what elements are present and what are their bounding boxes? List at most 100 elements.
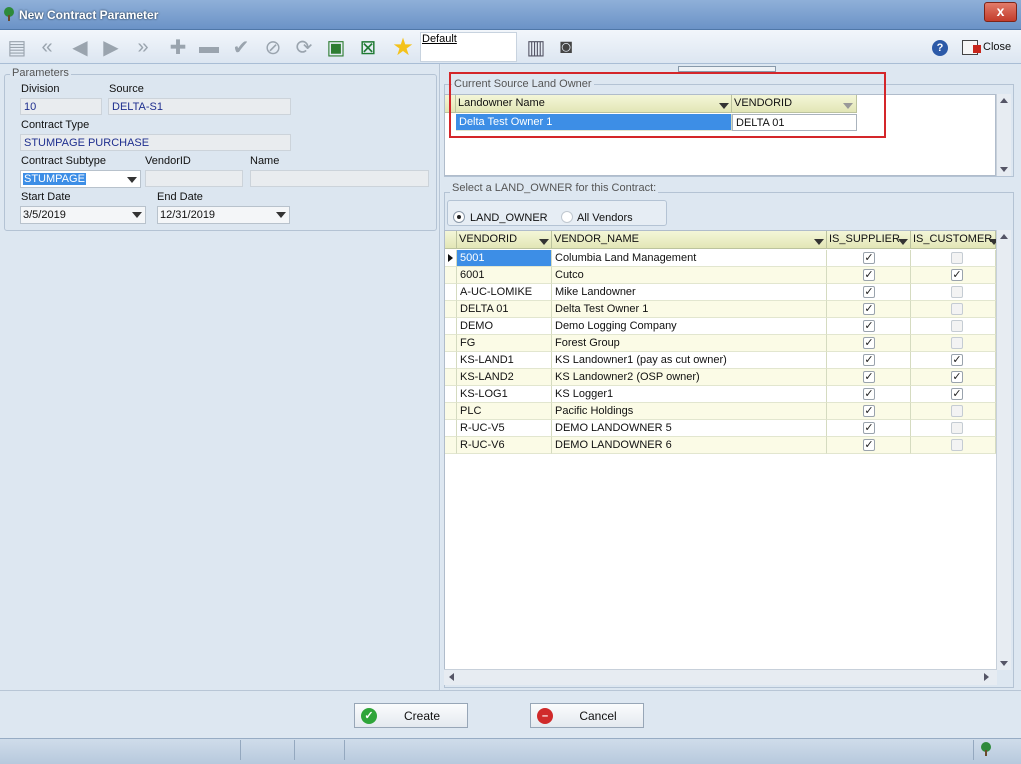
vendor-name-cell[interactable]: Cutco xyxy=(552,267,827,284)
all-vendors-radio[interactable] xyxy=(561,211,573,223)
vendor-name-cell[interactable]: Columbia Land Management xyxy=(552,250,827,267)
is-customer-checkbox[interactable] xyxy=(951,405,963,417)
vendorid-cell[interactable]: FG xyxy=(457,335,552,352)
start-date-picker[interactable]: 3/5/2019 xyxy=(20,206,146,224)
excel-icon[interactable]: ⊠ xyxy=(354,33,382,61)
chevron-down-icon[interactable] xyxy=(276,212,286,218)
vendor-grid-hscrollbar[interactable] xyxy=(444,669,997,685)
vendor-name-cell[interactable]: Forest Group xyxy=(552,335,827,352)
vendorid-cell[interactable]: PLC xyxy=(457,403,552,420)
contract-subtype-select[interactable]: STUMPAGE xyxy=(20,170,141,188)
vendor-name-cell[interactable]: Demo Logging Company xyxy=(552,318,827,335)
vendor-grid-vscrollbar[interactable] xyxy=(996,230,1011,670)
vendor-name-cell[interactable]: KS Logger1 xyxy=(552,386,827,403)
export-icon[interactable]: ▣ xyxy=(322,33,350,61)
camera-icon[interactable]: ◙ xyxy=(552,33,580,61)
is-supplier-checkbox[interactable]: ✓ xyxy=(863,320,875,332)
vendor-name-cell[interactable]: KS Landowner1 (pay as cut owner) xyxy=(552,352,827,369)
contract-type-field[interactable]: STUMPAGE PURCHASE xyxy=(20,134,291,151)
is-customer-checkbox[interactable] xyxy=(951,303,963,315)
vendorid-field[interactable] xyxy=(145,170,243,187)
vendorid-cell[interactable]: 5001 xyxy=(457,250,552,267)
is-customer-checkbox[interactable] xyxy=(951,439,963,451)
print-icon[interactable]: ▤ xyxy=(3,33,31,61)
vendorid-cell[interactable]: R-UC-V5 xyxy=(457,420,552,437)
close-button-label[interactable]: Close xyxy=(983,41,1011,53)
name-field[interactable] xyxy=(250,170,429,187)
layout-icon[interactable]: ▥ xyxy=(522,33,550,61)
vendor-name-cell[interactable]: DEMO LANDOWNER 6 xyxy=(552,437,827,454)
vendorid-cell[interactable]: KS-LAND2 xyxy=(457,369,552,386)
window-close-button[interactable]: x xyxy=(984,2,1017,22)
prev-icon[interactable]: ◀ xyxy=(66,33,94,61)
help-icon[interactable]: ? xyxy=(932,40,948,56)
end-date-picker[interactable]: 12/31/2019 xyxy=(157,206,290,224)
is-supplier-checkbox[interactable]: ✓ xyxy=(863,303,875,315)
is-supplier-checkbox[interactable]: ✓ xyxy=(863,269,875,281)
is-customer-checkbox[interactable]: ✓ xyxy=(951,371,963,383)
source-field[interactable]: DELTA-S1 xyxy=(108,98,291,115)
chevron-down-icon[interactable] xyxy=(132,212,142,218)
scroll-right-icon[interactable] xyxy=(984,673,989,681)
is-customer-checkbox[interactable]: ✓ xyxy=(951,354,963,366)
create-button[interactable]: ✓ Create xyxy=(354,703,468,728)
vendor-name-cell[interactable]: KS Landowner2 (OSP owner) xyxy=(552,369,827,386)
remove-icon[interactable]: ▬ xyxy=(195,33,223,61)
sort-arrow-icon[interactable] xyxy=(539,239,549,245)
is-supplier-checkbox[interactable]: ✓ xyxy=(863,371,875,383)
last-icon[interactable]: » xyxy=(129,33,157,61)
is-supplier-checkbox[interactable]: ✓ xyxy=(863,388,875,400)
scroll-down-icon[interactable] xyxy=(1000,661,1008,666)
vendor-name-cell[interactable]: Mike Landowner xyxy=(552,284,827,301)
is-supplier-checkbox[interactable]: ✓ xyxy=(863,439,875,451)
chevron-down-icon[interactable] xyxy=(127,177,137,183)
is-customer-checkbox[interactable] xyxy=(951,252,963,264)
refresh-icon[interactable]: ⟳ xyxy=(290,33,318,61)
vendor-name-cell[interactable]: Delta Test Owner 1 xyxy=(552,301,827,318)
is-customer-checkbox[interactable]: ✓ xyxy=(951,388,963,400)
scroll-down-icon[interactable] xyxy=(1000,167,1008,172)
vendorid-column-header[interactable]: VENDORID xyxy=(457,231,552,249)
is-supplier-checkbox[interactable]: ✓ xyxy=(863,337,875,349)
is-supplier-checkbox[interactable]: ✓ xyxy=(863,252,875,264)
next-icon[interactable]: ▶ xyxy=(97,33,125,61)
post-icon[interactable]: ✔ xyxy=(227,33,255,61)
is-customer-checkbox[interactable] xyxy=(951,286,963,298)
all-vendors-radio-label[interactable]: All Vendors xyxy=(577,212,633,224)
vendor-name-cell[interactable]: DEMO LANDOWNER 5 xyxy=(552,420,827,437)
vendorid-cell[interactable]: R-UC-V6 xyxy=(457,437,552,454)
is-customer-checkbox[interactable]: ✓ xyxy=(951,269,963,281)
vendor-name-column-header[interactable]: VENDOR_NAME xyxy=(552,231,827,249)
is-customer-column-header[interactable]: IS_CUSTOMER xyxy=(911,231,996,249)
is-customer-checkbox[interactable] xyxy=(951,320,963,332)
cancel-edit-icon[interactable]: ⊘ xyxy=(259,33,287,61)
is-supplier-checkbox[interactable]: ✓ xyxy=(863,405,875,417)
current-owner-scrollbar[interactable] xyxy=(996,94,1011,176)
is-supplier-checkbox[interactable]: ✓ xyxy=(863,422,875,434)
vendorid-cell[interactable]: 6001 xyxy=(457,267,552,284)
is-supplier-checkbox[interactable]: ✓ xyxy=(863,354,875,366)
scroll-left-icon[interactable] xyxy=(449,673,454,681)
close-door-icon[interactable] xyxy=(962,40,981,55)
vendor-name-cell[interactable]: Pacific Holdings xyxy=(552,403,827,420)
is-customer-checkbox[interactable] xyxy=(951,337,963,349)
vendorid-cell[interactable]: KS-LAND1 xyxy=(457,352,552,369)
layout-default-link[interactable]: Default xyxy=(422,33,457,45)
first-icon[interactable]: « xyxy=(33,33,61,61)
is-customer-checkbox[interactable] xyxy=(951,422,963,434)
add-icon[interactable]: ✚ xyxy=(164,33,192,61)
land-owner-radio[interactable] xyxy=(453,211,465,223)
favorite-star-icon[interactable]: ★ xyxy=(389,33,417,61)
sort-arrow-icon[interactable] xyxy=(814,239,824,245)
division-field[interactable]: 10 xyxy=(20,98,102,115)
is-supplier-checkbox[interactable]: ✓ xyxy=(863,286,875,298)
vendorid-cell[interactable]: DEMO xyxy=(457,318,552,335)
land-owner-radio-label[interactable]: LAND_OWNER xyxy=(470,212,548,224)
scroll-up-icon[interactable] xyxy=(1000,98,1008,103)
vendorid-cell[interactable]: DELTA 01 xyxy=(457,301,552,318)
vendorid-cell[interactable]: KS-LOG1 xyxy=(457,386,552,403)
vendorid-cell[interactable]: A-UC-LOMIKE xyxy=(457,284,552,301)
cancel-button[interactable]: – Cancel xyxy=(530,703,644,728)
scroll-up-icon[interactable] xyxy=(1000,234,1008,239)
sort-arrow-icon[interactable] xyxy=(898,239,908,245)
